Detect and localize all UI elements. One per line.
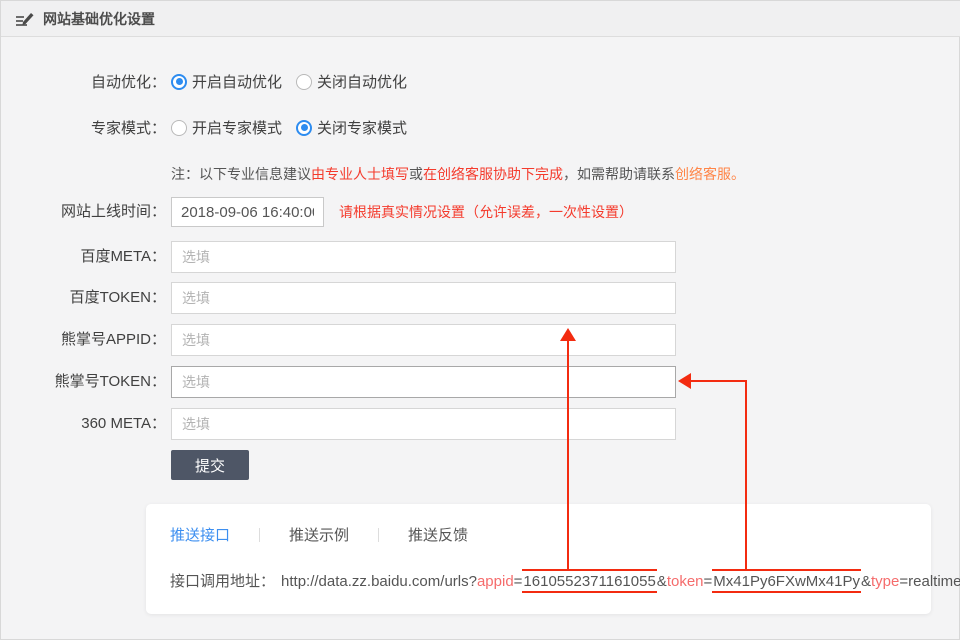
page-title: 网站基础优化设置 [43, 9, 155, 29]
api-appid-value: 1610552371161055 [522, 569, 656, 593]
api-type-value: realtime [908, 573, 960, 590]
online-time-input[interactable] [171, 197, 324, 227]
api-param-type-key: type [871, 573, 899, 590]
panel-tabs: 推送接口 推送示例 推送反馈 [170, 524, 468, 545]
api-token-value: Mx41Py6FXwMx41Py [712, 569, 861, 593]
submit-button[interactable]: 提交 [171, 450, 249, 480]
baidu-token-label: 百度TOKEN： [1, 282, 166, 314]
radio-expert-off[interactable]: 关闭专家模式 [296, 117, 407, 138]
tab-push-example[interactable]: 推送示例 [289, 524, 349, 545]
api-url-label: 接口调用地址： [170, 573, 275, 590]
api-url-base: http://data.zz.baidu.com/urls? [281, 573, 477, 590]
xiongzhang-appid-label: 熊掌号APPID： [1, 324, 166, 356]
expert-mode-radio-group: 开启专家模式 关闭专家模式 [171, 117, 421, 138]
customer-service-link[interactable]: 创络客服 [675, 166, 731, 182]
radio-selected-icon[interactable] [296, 120, 312, 136]
page-header: 网站基础优化设置 [1, 1, 960, 37]
radio-auto-on[interactable]: 开启自动优化 [171, 71, 282, 92]
radio-unselected-icon[interactable] [171, 120, 187, 136]
meta-360-label: 360 META： [1, 408, 166, 440]
radio-expert-on[interactable]: 开启专家模式 [171, 117, 282, 138]
push-api-panel: 推送接口 推送示例 推送反馈 接口调用地址： http://data.zz.bai… [146, 504, 931, 614]
professional-info-note: 注：以下专业信息建议由专业人士填写或在创络客服协助下完成，如需帮助请联系创络客服… [171, 164, 745, 184]
appid-arrow-head-icon [560, 328, 576, 341]
api-param-token-key: token [667, 573, 704, 590]
online-time-hint: 请根据真实情况设置（允许误差，一次性设置） [339, 197, 633, 227]
api-param-appid-key: appid [477, 573, 514, 590]
tab-divider [378, 528, 379, 542]
token-arrow-head-icon [678, 373, 691, 389]
xiongzhang-appid-input[interactable] [171, 324, 676, 356]
baidu-meta-input[interactable] [171, 241, 676, 273]
token-arrow-vline [745, 381, 747, 570]
api-url-line: 接口调用地址： http://data.zz.baidu.com/urls?app… [170, 570, 960, 591]
radio-selected-icon[interactable] [171, 74, 187, 90]
note-red-segment: 由专业人士填写 [311, 166, 409, 182]
radio-auto-off[interactable]: 关闭自动优化 [296, 71, 407, 92]
note-red-segment: 在创络客服协助下完成 [423, 166, 563, 182]
online-time-label: 网站上线时间： [1, 197, 166, 227]
expert-mode-label: 专家模式： [1, 117, 166, 138]
auto-optimize-radio-group: 开启自动优化 关闭自动优化 [171, 71, 421, 92]
xiongzhang-token-input[interactable] [171, 366, 676, 398]
appid-arrow-line [567, 339, 569, 570]
tab-divider [259, 528, 260, 542]
meta-360-input[interactable] [171, 408, 676, 440]
edit-icon [15, 10, 35, 28]
baidu-meta-label: 百度META： [1, 241, 166, 273]
tab-push-feedback[interactable]: 推送反馈 [408, 524, 468, 545]
token-arrow-hline [690, 380, 747, 382]
tab-push-api[interactable]: 推送接口 [170, 524, 230, 545]
xiongzhang-token-label: 熊掌号TOKEN： [1, 366, 166, 398]
baidu-token-input[interactable] [171, 282, 676, 314]
radio-unselected-icon[interactable] [296, 74, 312, 90]
auto-optimize-label: 自动优化： [1, 71, 166, 92]
